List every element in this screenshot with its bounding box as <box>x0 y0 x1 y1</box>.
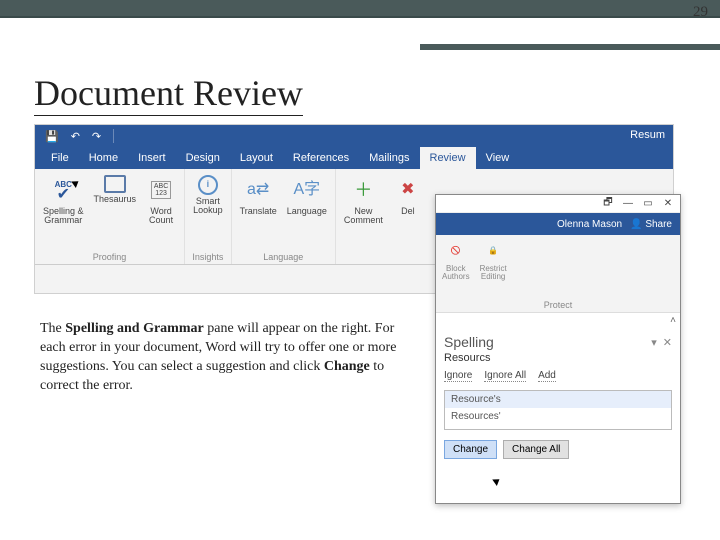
add-button[interactable]: Add <box>538 370 556 382</box>
tab-design[interactable]: Design <box>176 147 230 169</box>
pane-close-icon[interactable]: ✕ <box>663 336 672 349</box>
language-label: Language <box>287 207 327 216</box>
protect-group: 🚫 Block Authors 🔒 Restrict Editing Prote… <box>436 235 680 313</box>
thesaurus-label: Thesaurus <box>94 195 137 204</box>
translate-label: Translate <box>240 207 277 216</box>
spelling-pane-window: 🗗 — ▭ ✕ Olenna Mason 👤 Share 🚫 Block Aut… <box>435 194 681 504</box>
language-button[interactable]: A字 Language <box>285 173 329 218</box>
tab-home[interactable]: Home <box>79 147 128 169</box>
page-number: 29 <box>693 4 708 21</box>
group-comments: ＋ New Comment ✖ Del <box>336 169 431 264</box>
new-comment-label: New Comment <box>344 207 383 226</box>
delete-comment-icon: ✖ <box>393 175 423 205</box>
spelling-actions: Ignore Ignore All Add <box>444 370 672 382</box>
delete-comment-label: Del <box>401 207 415 216</box>
suggestion-item[interactable]: Resource's <box>445 391 671 408</box>
group-language-label: Language <box>238 250 329 262</box>
collapse-ribbon-icon[interactable]: ˄ <box>436 313 680 328</box>
ignore-all-button[interactable]: Ignore All <box>484 370 526 382</box>
restrict-editing-icon: 🔒 <box>481 239 505 263</box>
tab-review[interactable]: Review <box>420 147 476 169</box>
block-authors-icon: 🚫 <box>444 239 468 263</box>
explanation-text: The Spelling and Grammar pane will appea… <box>40 320 420 396</box>
user-name: Olenna Mason <box>557 219 622 230</box>
tab-references[interactable]: References <box>283 147 359 169</box>
account-bar: Olenna Mason 👤 Share <box>436 213 680 235</box>
tab-mailings[interactable]: Mailings <box>359 147 419 169</box>
protect-group-label: Protect <box>442 298 674 310</box>
thesaurus-icon <box>104 175 126 193</box>
suggestions-list[interactable]: Resource's Resources' <box>444 390 672 430</box>
tab-layout[interactable]: Layout <box>230 147 283 169</box>
thesaurus-button[interactable]: Thesaurus <box>92 173 139 228</box>
spelling-pane-title: Spelling <box>444 334 494 350</box>
smart-lookup-button[interactable]: i Smart Lookup <box>191 173 225 218</box>
new-comment-icon: ＋ <box>348 175 378 205</box>
page-title: Document Review <box>34 75 303 116</box>
block-authors-button[interactable]: 🚫 Block Authors <box>442 239 470 282</box>
smart-lookup-icon: i <box>198 175 218 195</box>
word-count-button[interactable]: ABC 123 Word Count <box>144 173 178 228</box>
smart-lookup-label: Smart Lookup <box>193 197 223 216</box>
group-language: a⇄ Translate A字 Language Language <box>232 169 336 264</box>
window-minimize-icon[interactable]: — <box>622 198 634 209</box>
change-button[interactable]: Change <box>444 440 497 459</box>
redo-icon[interactable]: ↷ <box>92 130 101 143</box>
restrict-editing-button[interactable]: 🔒 Restrict Editing <box>480 239 507 282</box>
quick-access-toolbar: 💾 ↶ ↷ Resum <box>35 125 673 147</box>
language-icon: A字 <box>292 175 322 205</box>
change-all-button[interactable]: Change All <box>503 440 569 459</box>
tab-view[interactable]: View <box>476 147 520 169</box>
qat-separator <box>113 129 114 143</box>
document-title-truncated: Resum <box>630 129 665 141</box>
undo-icon[interactable]: ↶ <box>71 130 80 143</box>
delete-comment-button[interactable]: ✖ Del <box>391 173 425 228</box>
word-count-icon: ABC 123 <box>146 175 176 205</box>
translate-icon: a⇄ <box>243 175 273 205</box>
group-proofing-label: Proofing <box>41 250 178 262</box>
block-authors-label: Block Authors <box>442 265 470 282</box>
new-comment-button[interactable]: ＋ New Comment <box>342 173 385 228</box>
save-icon[interactable]: 💾 <box>45 130 59 143</box>
spelling-pane-controls: ▾ ✕ <box>651 336 672 349</box>
pane-dropdown-icon[interactable]: ▾ <box>651 336 657 349</box>
tab-file[interactable]: File <box>41 147 79 169</box>
window-close-icon[interactable]: ✕ <box>662 198 674 209</box>
window-maximize-icon[interactable]: ▭ <box>642 198 654 209</box>
translate-button[interactable]: a⇄ Translate <box>238 173 279 218</box>
group-insights: i Smart Lookup Insights <box>185 169 232 264</box>
tab-insert[interactable]: Insert <box>128 147 176 169</box>
ignore-button[interactable]: Ignore <box>444 370 472 382</box>
restrict-editing-label: Restrict Editing <box>480 265 507 282</box>
cursor-icon <box>492 476 502 486</box>
group-proofing: ABC ✔ Spelling & Grammar Thesaurus ABC 1… <box>35 169 185 264</box>
suggestion-item[interactable]: Resources' <box>445 408 671 425</box>
word-count-label: Word Count <box>149 207 173 226</box>
accent-rule <box>420 44 720 50</box>
ribbon-tabs: File Home Insert Design Layout Reference… <box>35 147 673 169</box>
spelling-grammar-label: Spelling & Grammar <box>43 207 84 226</box>
window-titlebar: 🗗 — ▭ ✕ <box>436 195 680 213</box>
spelling-task-pane: Spelling ▾ ✕ Resourcs Ignore Ignore All … <box>436 328 680 465</box>
group-comments-label <box>342 250 425 262</box>
share-button[interactable]: 👤 Share <box>630 219 672 230</box>
group-insights-label: Insights <box>191 250 225 262</box>
misspelled-word: Resourcs <box>444 352 672 364</box>
slide-top-border <box>0 0 720 18</box>
window-restore-icon[interactable]: 🗗 <box>602 195 614 212</box>
